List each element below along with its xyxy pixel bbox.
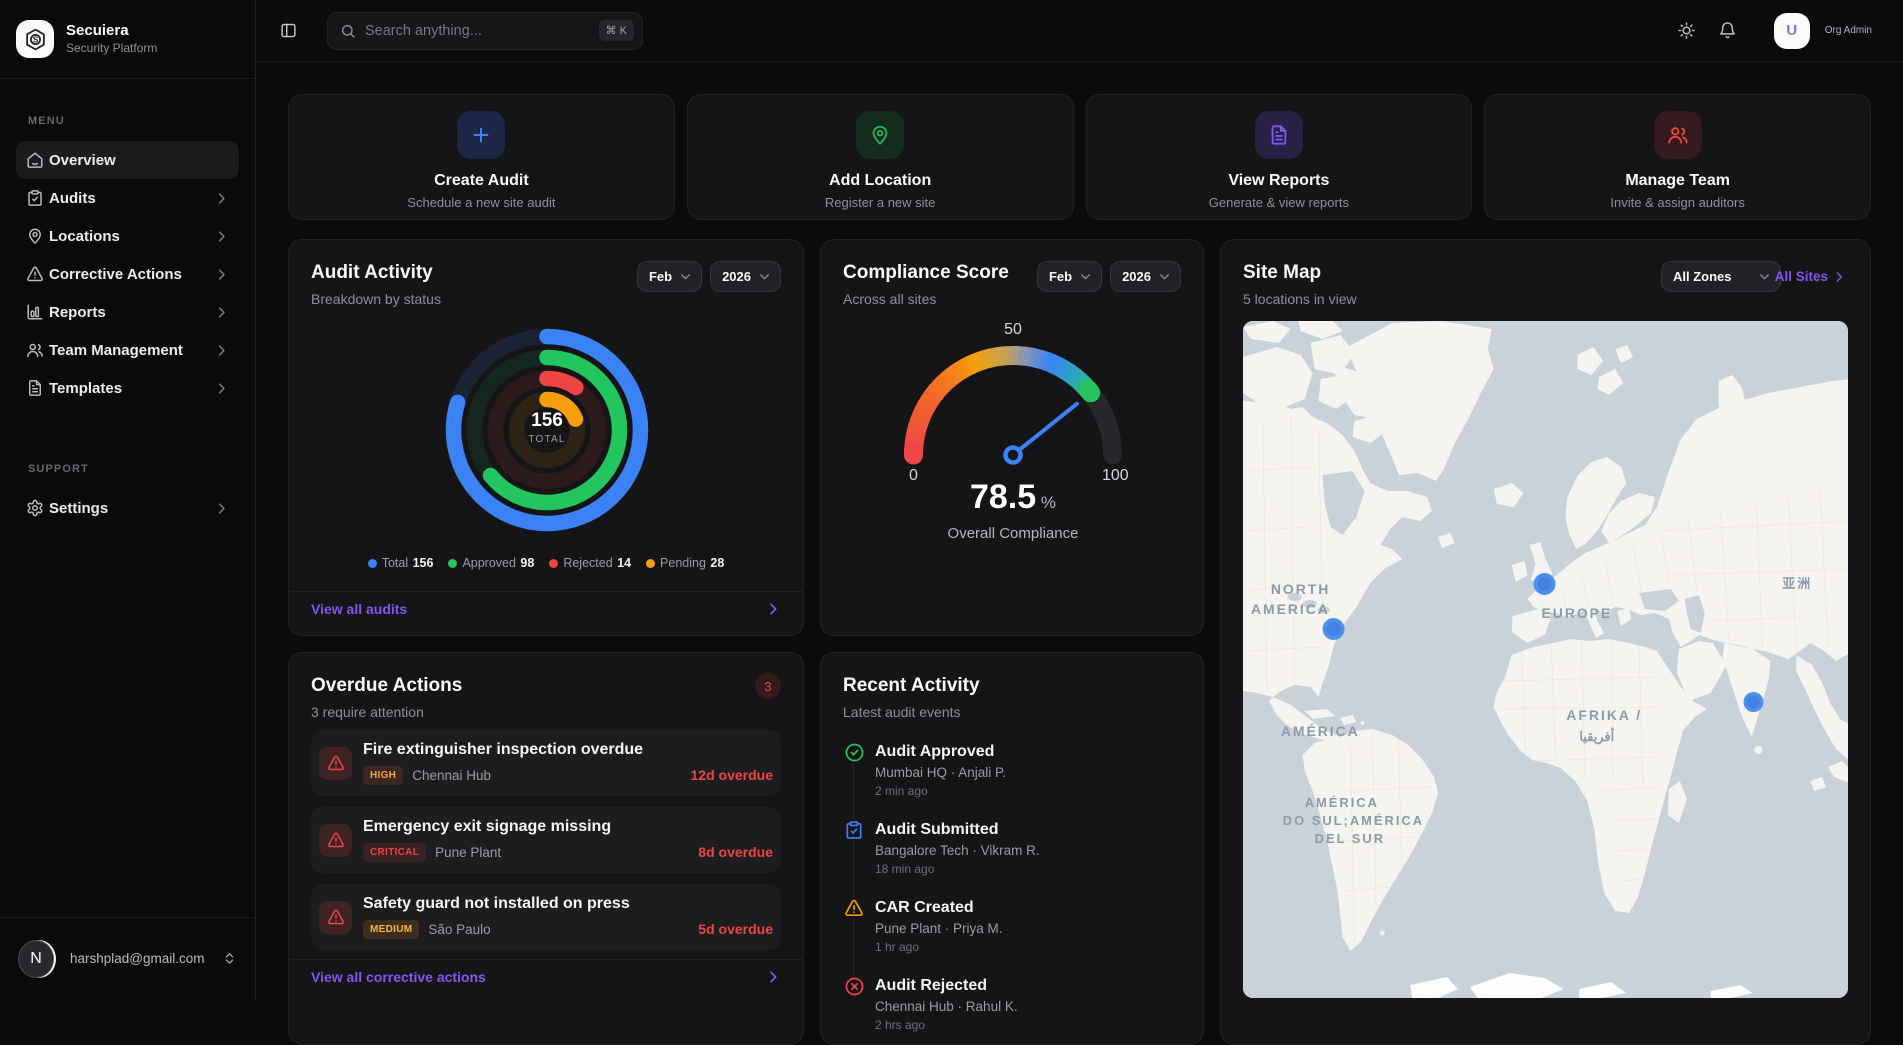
svg-text:AMERICA: AMERICA — [1251, 601, 1330, 617]
svg-text:NORTH: NORTH — [1271, 581, 1330, 597]
svg-text:DO SUL;AMÉRICA: DO SUL;AMÉRICA — [1283, 813, 1424, 828]
svg-text:S: S — [32, 34, 38, 44]
svg-text:AMÉRICA: AMÉRICA — [1281, 723, 1360, 739]
svg-text:亚洲: 亚洲 — [1782, 576, 1812, 591]
svg-text:DEL SUR: DEL SUR — [1315, 831, 1385, 846]
svg-text:EUROPE: EUROPE — [1542, 605, 1613, 621]
svg-text:AFRIKA /: AFRIKA / — [1566, 707, 1642, 723]
svg-text:AMÉRICA: AMÉRICA — [1305, 795, 1379, 810]
svg-text:أفريقيا: أفريقيا — [1579, 728, 1614, 745]
